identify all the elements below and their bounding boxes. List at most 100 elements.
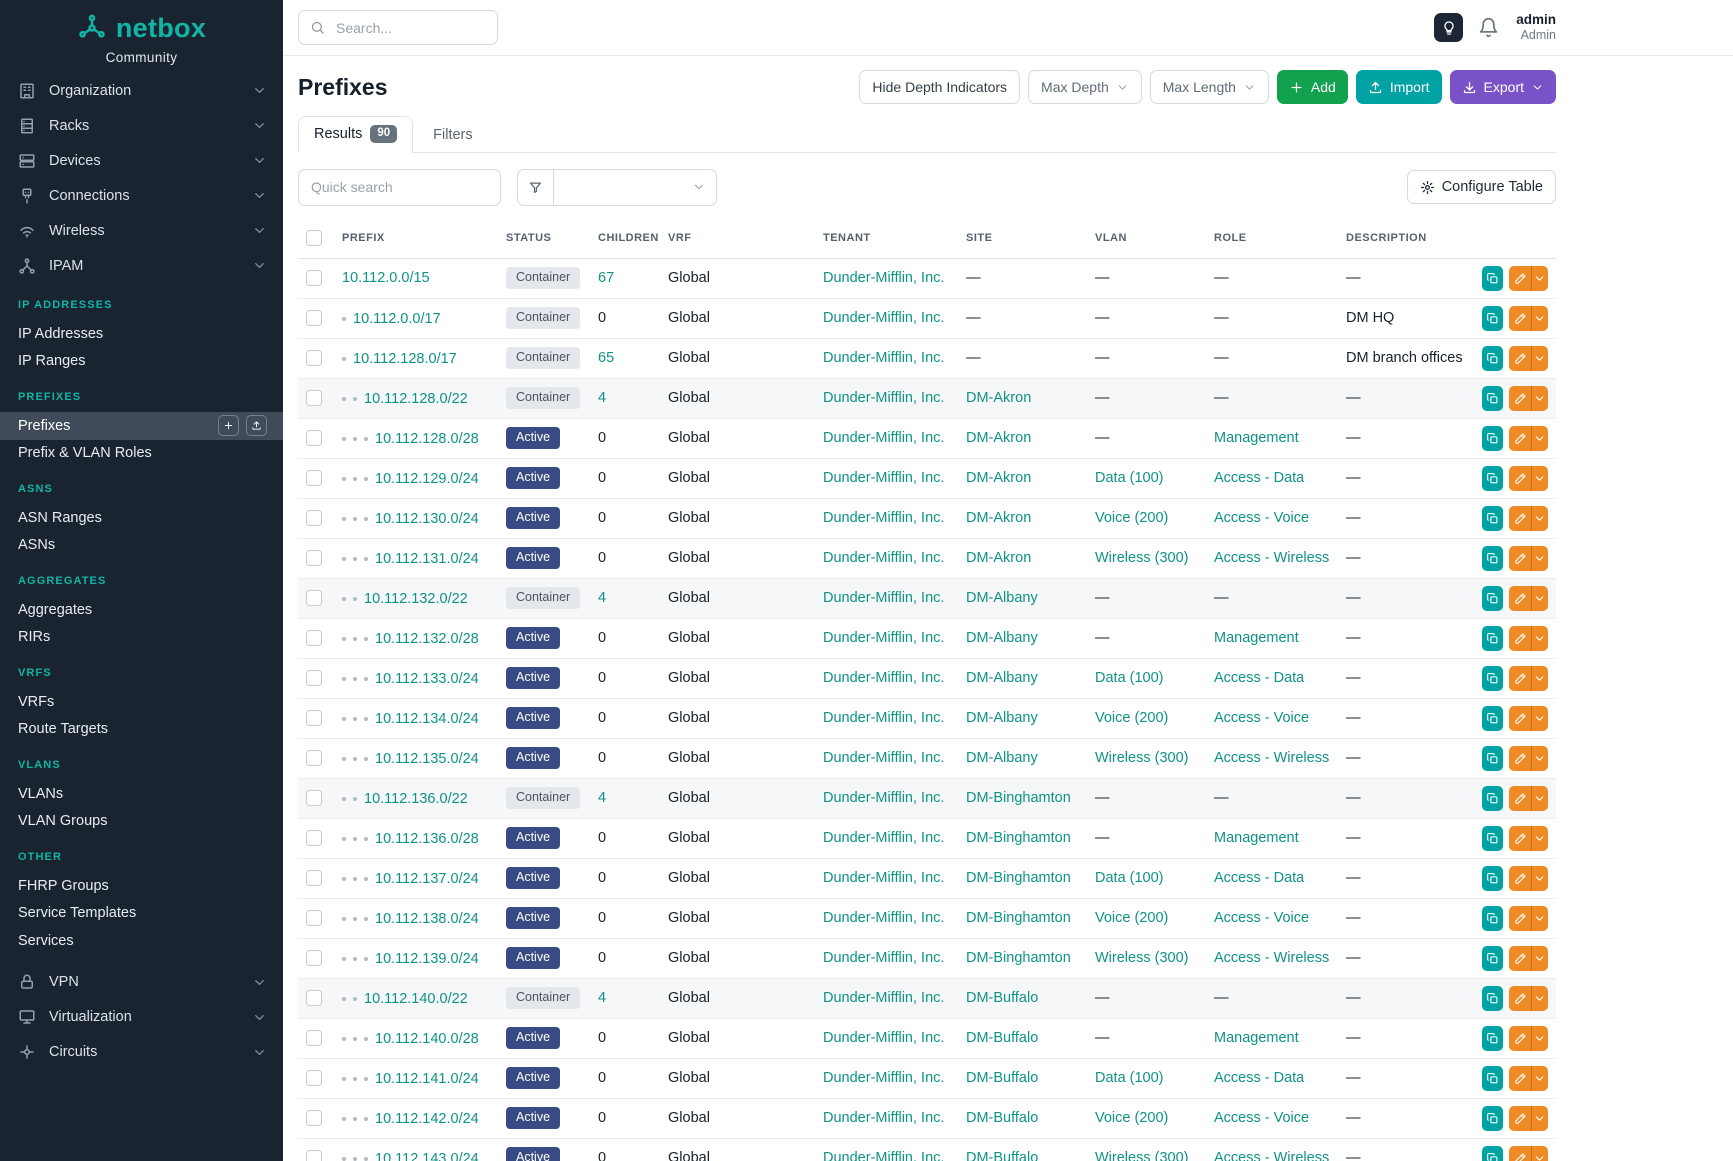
edit-button[interactable] (1509, 746, 1530, 771)
role-link[interactable]: Management (1214, 1030, 1299, 1046)
row-checkbox[interactable] (306, 870, 322, 886)
prefix-link[interactable]: 10.112.136.0/22 (364, 791, 468, 807)
site-link[interactable]: DM-Binghamton (966, 830, 1071, 846)
sidebar-item-racks[interactable]: Racks (0, 108, 283, 143)
sidebar-item-ip-ranges[interactable]: IP Ranges (0, 348, 283, 376)
tab-filters[interactable]: Filters (417, 118, 488, 153)
prefix-link[interactable]: 10.112.133.0/24 (375, 671, 479, 687)
sidebar-item-virtualization[interactable]: Virtualization (0, 1000, 283, 1035)
actions-dropdown-button[interactable] (1531, 946, 1548, 971)
clone-button[interactable] (1482, 866, 1503, 891)
role-link[interactable]: Access - Data (1214, 670, 1304, 686)
sidebar-item-asn-ranges[interactable]: ASN Ranges (0, 504, 283, 532)
clone-button[interactable] (1482, 426, 1503, 451)
role-link[interactable]: Access - Voice (1214, 710, 1309, 726)
edit-button[interactable] (1509, 1146, 1530, 1161)
tenant-link[interactable]: Dunder-Mifflin, Inc. (823, 670, 944, 686)
sidebar-item-vlan-groups[interactable]: VLAN Groups (0, 808, 283, 836)
row-checkbox[interactable] (306, 790, 322, 806)
tenant-link[interactable]: Dunder-Mifflin, Inc. (823, 590, 944, 606)
vlan-link[interactable]: Wireless (300) (1095, 950, 1188, 966)
clone-button[interactable] (1482, 1146, 1503, 1161)
sidebar-item-fhrp-groups[interactable]: FHRP Groups (0, 872, 283, 900)
prefix-link[interactable]: 10.112.129.0/24 (375, 471, 479, 487)
actions-dropdown-button[interactable] (1531, 386, 1548, 411)
sidebar-item-ip-addresses[interactable]: IP Addresses (0, 320, 283, 348)
theme-toggle-button[interactable] (1434, 13, 1463, 42)
clone-button[interactable] (1482, 506, 1503, 531)
tenant-link[interactable]: Dunder-Mifflin, Inc. (823, 990, 944, 1006)
prefix-link[interactable]: 10.112.134.0/24 (375, 711, 479, 727)
row-checkbox[interactable] (306, 1150, 322, 1161)
actions-dropdown-button[interactable] (1531, 786, 1548, 811)
edit-button[interactable] (1509, 946, 1530, 971)
role-link[interactable]: Access - Wireless (1214, 750, 1329, 766)
children-link[interactable]: 4 (598, 390, 606, 406)
clone-button[interactable] (1482, 1066, 1503, 1091)
tenant-link[interactable]: Dunder-Mifflin, Inc. (823, 910, 944, 926)
tenant-link[interactable]: Dunder-Mifflin, Inc. (823, 1110, 944, 1126)
children-link[interactable]: 67 (598, 270, 614, 286)
sidebar-item-connections[interactable]: Connections (0, 178, 283, 213)
row-checkbox[interactable] (306, 470, 322, 486)
edit-button[interactable] (1509, 706, 1530, 731)
sidebar-item-vpn[interactable]: VPN (0, 965, 283, 1000)
clone-button[interactable] (1482, 546, 1503, 571)
edit-button[interactable] (1509, 386, 1530, 411)
actions-dropdown-button[interactable] (1531, 506, 1548, 531)
prefix-link[interactable]: 10.112.0.0/15 (342, 270, 430, 286)
prefix-link[interactable]: 10.112.128.0/22 (364, 391, 468, 407)
edit-button[interactable] (1509, 266, 1530, 291)
row-checkbox[interactable] (306, 1070, 322, 1086)
actions-dropdown-button[interactable] (1531, 866, 1548, 891)
edit-button[interactable] (1509, 1066, 1530, 1091)
sidebar-item-ipam[interactable]: IPAM (0, 248, 283, 283)
prefix-link[interactable]: 10.112.142.0/24 (375, 1111, 479, 1127)
role-link[interactable]: Access - Voice (1214, 1110, 1309, 1126)
actions-dropdown-button[interactable] (1531, 1066, 1548, 1091)
prefix-link[interactable]: 10.112.139.0/24 (375, 951, 479, 967)
row-checkbox[interactable] (306, 950, 322, 966)
site-link[interactable]: DM-Binghamton (966, 950, 1071, 966)
actions-dropdown-button[interactable] (1531, 706, 1548, 731)
row-checkbox[interactable] (306, 830, 322, 846)
site-link[interactable]: DM-Albany (966, 590, 1038, 606)
prefix-link[interactable]: 10.112.141.0/24 (375, 1071, 479, 1087)
clone-button[interactable] (1482, 586, 1503, 611)
site-link[interactable]: DM-Binghamton (966, 790, 1071, 806)
children-link[interactable]: 4 (598, 590, 606, 606)
sidebar-item-vlans[interactable]: VLANs (0, 780, 283, 808)
actions-dropdown-button[interactable] (1531, 986, 1548, 1011)
edit-button[interactable] (1509, 786, 1530, 811)
clone-button[interactable] (1482, 1106, 1503, 1131)
tenant-link[interactable]: Dunder-Mifflin, Inc. (823, 790, 944, 806)
tenant-link[interactable]: Dunder-Mifflin, Inc. (823, 750, 944, 766)
quick-search-input[interactable] (298, 169, 501, 206)
edit-button[interactable] (1509, 506, 1530, 531)
edit-button[interactable] (1509, 586, 1530, 611)
site-link[interactable]: DM-Akron (966, 390, 1031, 406)
vlan-link[interactable]: Data (100) (1095, 870, 1164, 886)
vlan-link[interactable]: Wireless (300) (1095, 550, 1188, 566)
tenant-link[interactable]: Dunder-Mifflin, Inc. (823, 270, 944, 286)
sidebar-item-prefixes[interactable]: Prefixes (0, 412, 283, 440)
vlan-link[interactable]: Voice (200) (1095, 910, 1168, 926)
actions-dropdown-button[interactable] (1531, 906, 1548, 931)
role-link[interactable]: Access - Data (1214, 870, 1304, 886)
global-search-input[interactable] (334, 19, 486, 37)
row-checkbox[interactable] (306, 430, 322, 446)
prefix-link[interactable]: 10.112.130.0/24 (375, 511, 479, 527)
site-link[interactable]: DM-Buffalo (966, 1030, 1038, 1046)
sidebar-item-organization[interactable]: Organization (0, 73, 283, 108)
site-link[interactable]: DM-Binghamton (966, 870, 1071, 886)
tenant-link[interactable]: Dunder-Mifflin, Inc. (823, 1150, 944, 1161)
edit-button[interactable] (1509, 986, 1530, 1011)
prefix-link[interactable]: 10.112.132.0/28 (375, 631, 479, 647)
edit-button[interactable] (1509, 306, 1530, 331)
clone-button[interactable] (1482, 266, 1503, 291)
clone-button[interactable] (1482, 626, 1503, 651)
clone-button[interactable] (1482, 826, 1503, 851)
prefix-link[interactable]: 10.112.132.0/22 (364, 591, 468, 607)
tenant-link[interactable]: Dunder-Mifflin, Inc. (823, 950, 944, 966)
row-checkbox[interactable] (306, 750, 322, 766)
